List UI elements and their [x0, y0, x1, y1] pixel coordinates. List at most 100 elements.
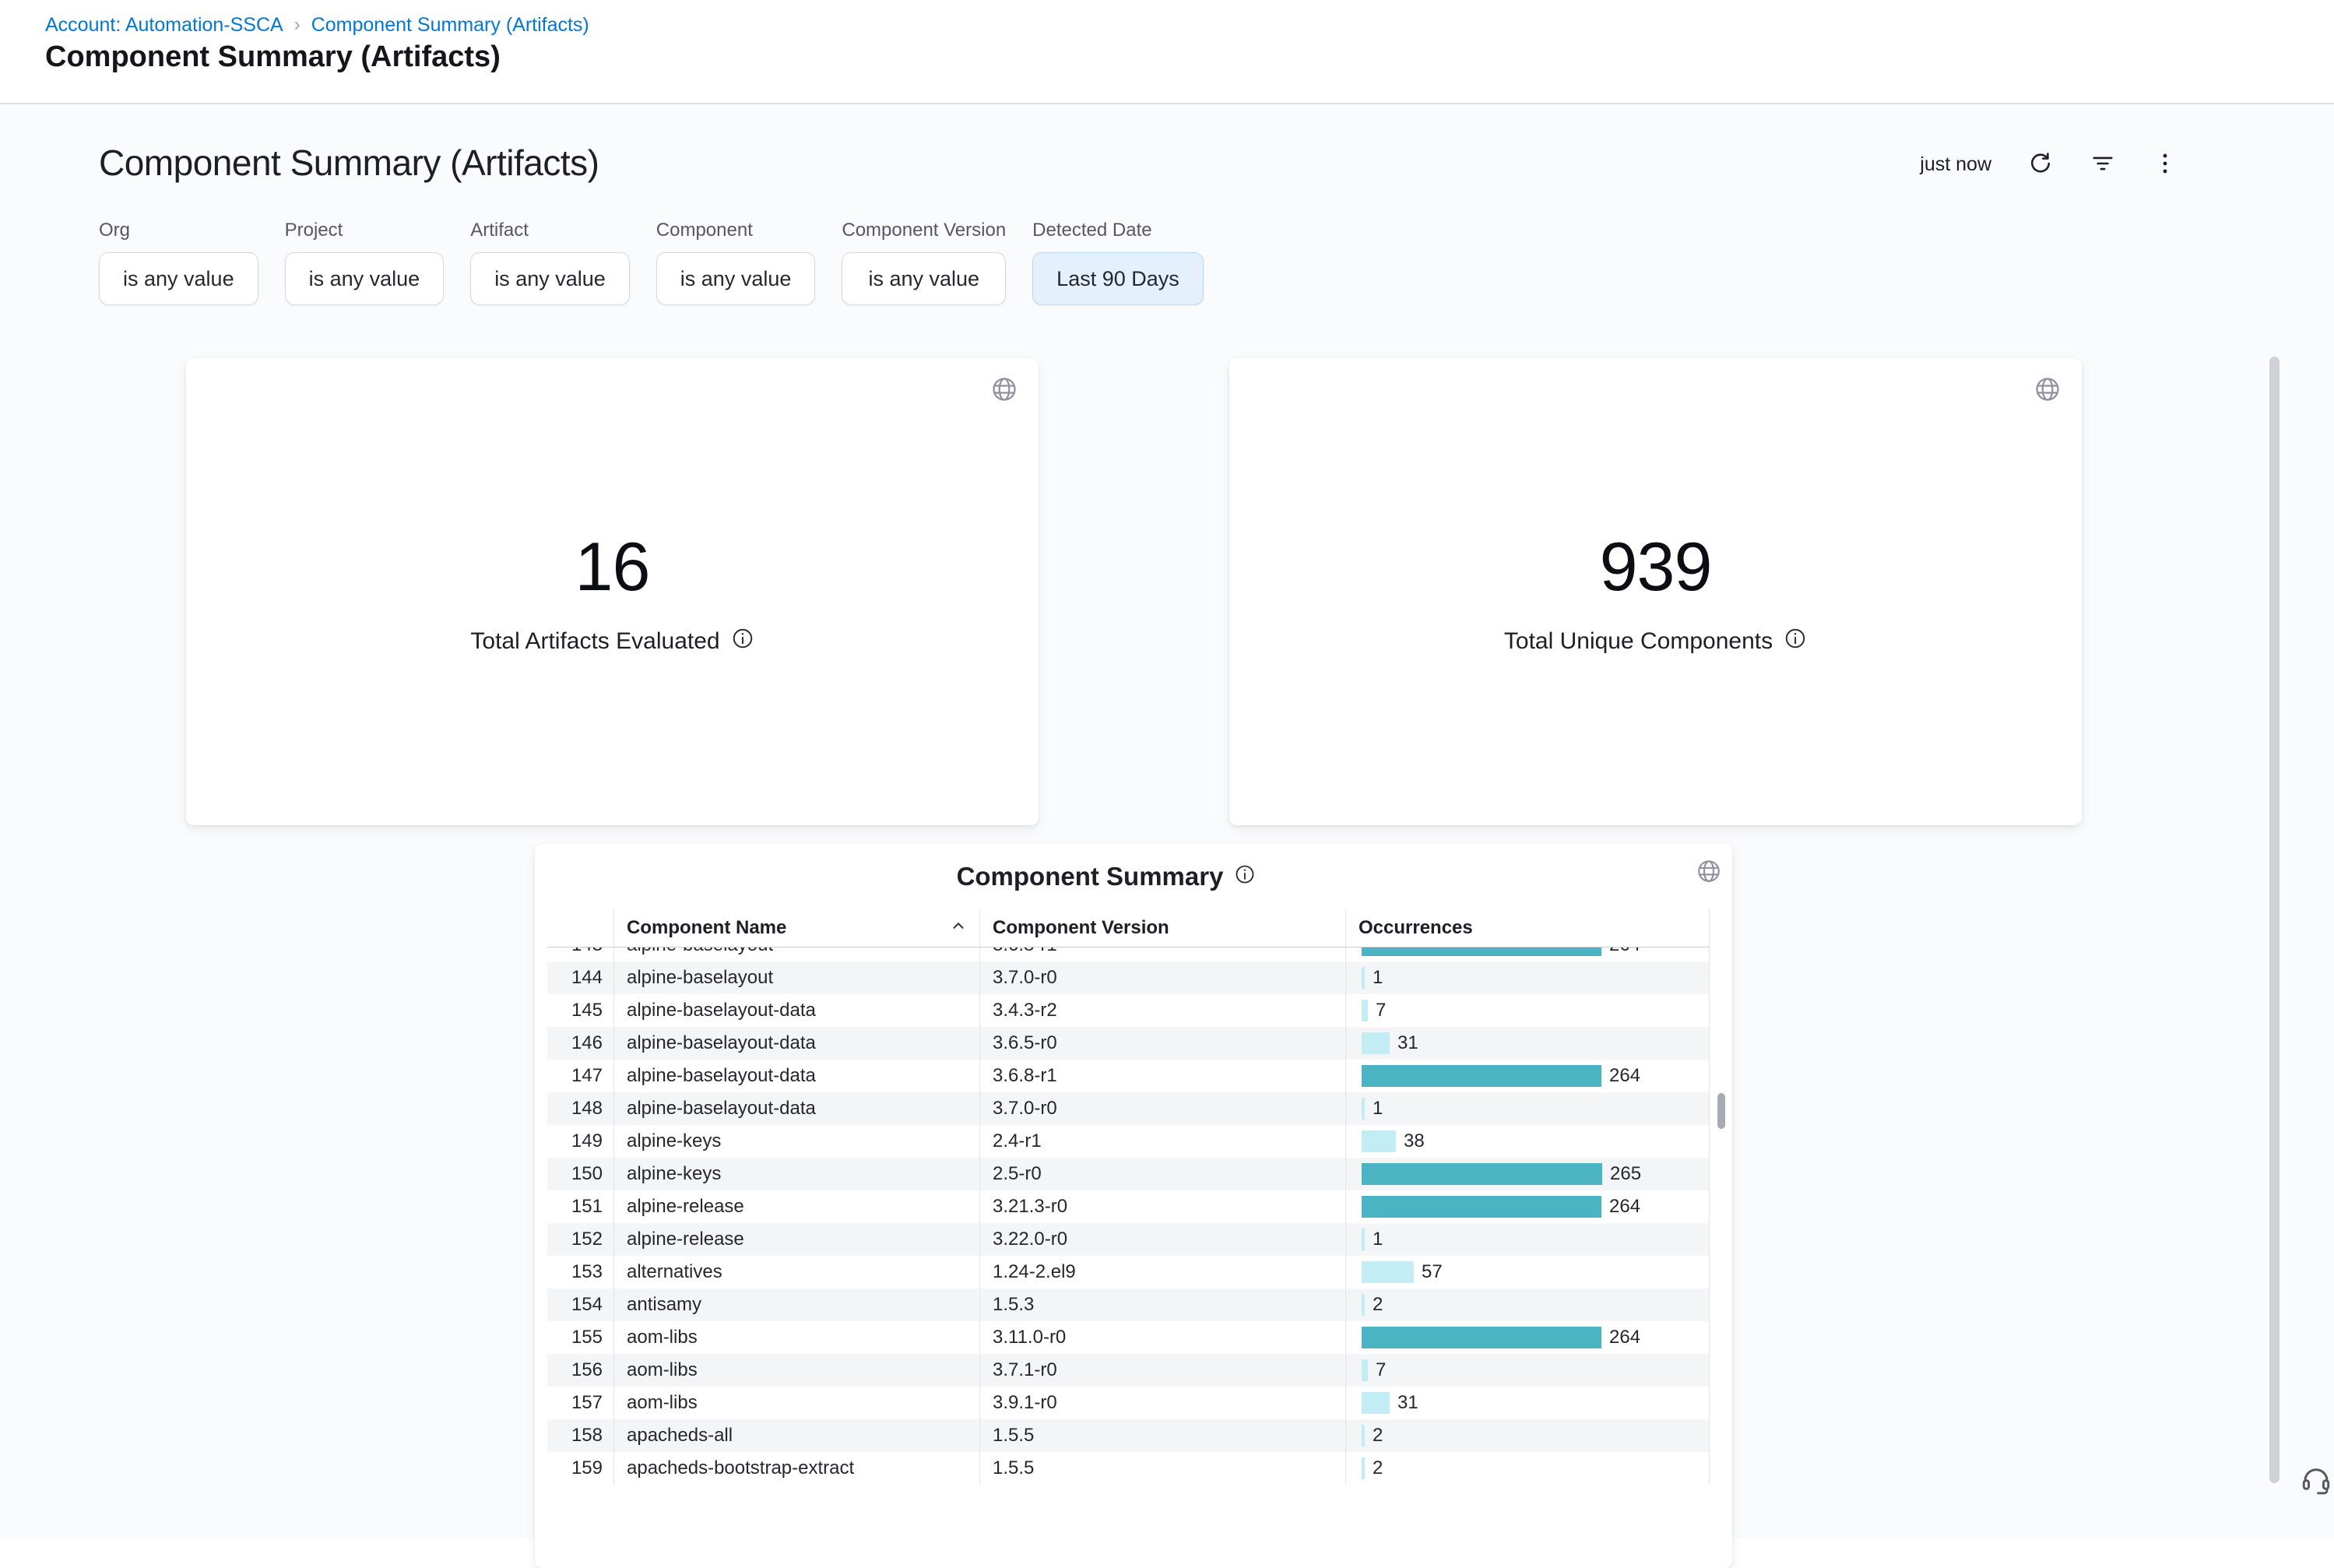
component-version-cell: 3.7.0-r0 — [979, 1092, 1345, 1125]
table-row[interactable]: 143alpine-baselayout3.6.8-r1264 — [547, 947, 1710, 962]
table-row[interactable]: 144alpine-baselayout3.7.0-r01 — [547, 962, 1710, 994]
filter-label: Org — [99, 220, 258, 241]
tile-total-artifacts: 16 Total Artifacts Evaluated — [186, 358, 1039, 825]
component-name-cell: alpine-keys — [613, 1125, 979, 1158]
support-headset-icon[interactable] — [2300, 1463, 2332, 1499]
column-header-component-name[interactable]: Component Name — [613, 909, 979, 947]
info-icon[interactable] — [1234, 862, 1256, 891]
occurrence-value: 7 — [1376, 1359, 1386, 1381]
row-number: 146 — [547, 1027, 613, 1060]
component-summary-title-row: Component Summary — [508, 844, 1705, 909]
table-row[interactable]: 149alpine-keys2.4-r138 — [547, 1125, 1710, 1158]
occurrences-cell: 31 — [1345, 1027, 1710, 1060]
component-summary-title: Component Summary — [957, 862, 1224, 891]
occurrence-value: 264 — [1609, 1196, 1640, 1218]
table-scrollbar-thumb[interactable] — [1717, 1093, 1725, 1129]
filter-button-component[interactable]: is any value — [656, 252, 816, 305]
row-number: 157 — [547, 1387, 613, 1419]
occurrence-bar — [1362, 1294, 1365, 1316]
occurrences-cell: 2 — [1345, 1452, 1710, 1485]
filter-button-project[interactable]: is any value — [285, 252, 445, 305]
filter-label: Component Version — [842, 220, 1006, 241]
row-number: 143 — [547, 947, 613, 962]
breadcrumb-account-link[interactable]: Account: Automation-SSCA — [45, 14, 283, 37]
table-row[interactable]: 145alpine-baselayout-data3.4.3-r27 — [547, 994, 1710, 1027]
globe-icon — [2033, 375, 2062, 407]
table-row[interactable]: 156aom-libs3.7.1-r07 — [547, 1354, 1710, 1387]
occurrence-value: 264 — [1609, 947, 1640, 956]
filter-button-component-version[interactable]: is any value — [842, 252, 1006, 305]
occurrence-value: 265 — [1610, 1163, 1641, 1185]
occurrences-cell: 2 — [1345, 1419, 1710, 1452]
occurrences-cell: 264 — [1345, 1190, 1710, 1223]
occurrence-bar — [1362, 1098, 1365, 1120]
component-version-cell: 3.11.0-r0 — [979, 1321, 1345, 1354]
row-number: 151 — [547, 1190, 613, 1223]
page-title: Component Summary (Artifacts) — [45, 40, 501, 74]
filter-button-org[interactable]: is any value — [99, 252, 258, 305]
breadcrumb-page-link[interactable]: Component Summary (Artifacts) — [311, 14, 589, 37]
component-name-cell: alpine-baselayout-data — [613, 994, 979, 1027]
row-number: 153 — [547, 1256, 613, 1289]
occurrence-value: 38 — [1404, 1130, 1425, 1152]
component-version-cell: 1.5.5 — [979, 1419, 1345, 1452]
component-summary-card: Component Summary Component Name Compone… — [535, 844, 1732, 1568]
row-number: 156 — [547, 1354, 613, 1387]
occurrence-bar — [1362, 1425, 1365, 1447]
table-row[interactable]: 147alpine-baselayout-data3.6.8-r1264 — [547, 1060, 1710, 1092]
component-version-cell: 2.5-r0 — [979, 1158, 1345, 1190]
dashboard-title: Component Summary (Artifacts) — [99, 142, 599, 184]
component-name-cell: apacheds-all — [613, 1419, 979, 1452]
occurrence-value: 2 — [1373, 1457, 1383, 1479]
occurrence-value: 1 — [1373, 967, 1383, 989]
filter-toggle-button[interactable] — [2090, 150, 2116, 179]
refresh-button[interactable] — [2027, 150, 2054, 179]
component-name-cell: apacheds-bootstrap-extract — [613, 1452, 979, 1485]
more-options-button[interactable] — [2152, 150, 2178, 179]
column-header-component-version[interactable]: Component Version — [979, 909, 1345, 947]
filter-group: Artifactis any value — [470, 220, 630, 305]
dashboard-controls: just now — [1920, 146, 2178, 182]
info-icon[interactable] — [731, 627, 754, 656]
component-name-cell: aom-libs — [613, 1387, 979, 1419]
component-version-cell: 3.6.8-r1 — [979, 1060, 1345, 1092]
table-row[interactable]: 151alpine-release3.21.3-r0264 — [547, 1190, 1710, 1223]
table-row[interactable]: 148alpine-baselayout-data3.7.0-r01 — [547, 1092, 1710, 1125]
occurrence-bar — [1362, 1229, 1365, 1250]
table-row[interactable]: 158apacheds-all1.5.52 — [547, 1419, 1710, 1452]
filter-group: Detected DateLast 90 Days — [1032, 220, 1204, 305]
filter-button-artifact[interactable]: is any value — [470, 252, 630, 305]
component-name-cell: alpine-baselayout-data — [613, 1027, 979, 1060]
component-name-cell: alpine-keys — [613, 1158, 979, 1190]
table-row[interactable]: 152alpine-release3.22.0-r0 1 — [547, 1223, 1710, 1256]
filter-label: Component — [656, 220, 816, 241]
occurrence-value: 1 — [1373, 1229, 1383, 1250]
filter-icon — [2090, 150, 2116, 179]
row-number: 155 — [547, 1321, 613, 1354]
component-version-cell: 3.6.8-r1 — [979, 947, 1345, 962]
row-number: 159 — [547, 1452, 613, 1485]
component-name-cell: alpine-baselayout-data — [613, 1060, 979, 1092]
table-row[interactable]: 146alpine-baselayout-data3.6.5-r031 — [547, 1027, 1710, 1060]
component-version-cell: 3.22.0-r0 — [979, 1223, 1345, 1256]
table-row[interactable]: 154antisamy1.5.32 — [547, 1289, 1710, 1321]
table-row[interactable]: 153alternatives1.24-2.el957 — [547, 1256, 1710, 1289]
filter-group: Org is any value — [99, 220, 258, 305]
info-icon[interactable] — [1784, 627, 1807, 656]
column-header-occurrences[interactable]: Occurrences — [1345, 909, 1710, 947]
component-version-cell: 1.5.5 — [979, 1452, 1345, 1485]
component-version-cell: 1.24-2.el9 — [979, 1256, 1345, 1289]
occurrence-value: 2 — [1373, 1425, 1383, 1447]
table-row[interactable]: 159apacheds-bootstrap-extract1.5.5 2 — [547, 1452, 1710, 1485]
row-number: 152 — [547, 1223, 613, 1256]
page-scrollbar-thumb[interactable] — [2269, 357, 2280, 1483]
filter-label: Project — [285, 220, 445, 241]
component-name-cell: alpine-release — [613, 1223, 979, 1256]
table-row[interactable]: 155aom-libs3.11.0-r0264 — [547, 1321, 1710, 1354]
tile-total-unique-components: 939 Total Unique Components — [1229, 358, 2082, 825]
table-row[interactable]: 157aom-libs3.9.1-r031 — [547, 1387, 1710, 1419]
occurrence-value: 2 — [1373, 1294, 1383, 1316]
table-row[interactable]: 150alpine-keys2.5-r0265 — [547, 1158, 1710, 1190]
filter-button-detected-date[interactable]: Last 90 Days — [1032, 252, 1204, 305]
row-number: 144 — [547, 962, 613, 994]
